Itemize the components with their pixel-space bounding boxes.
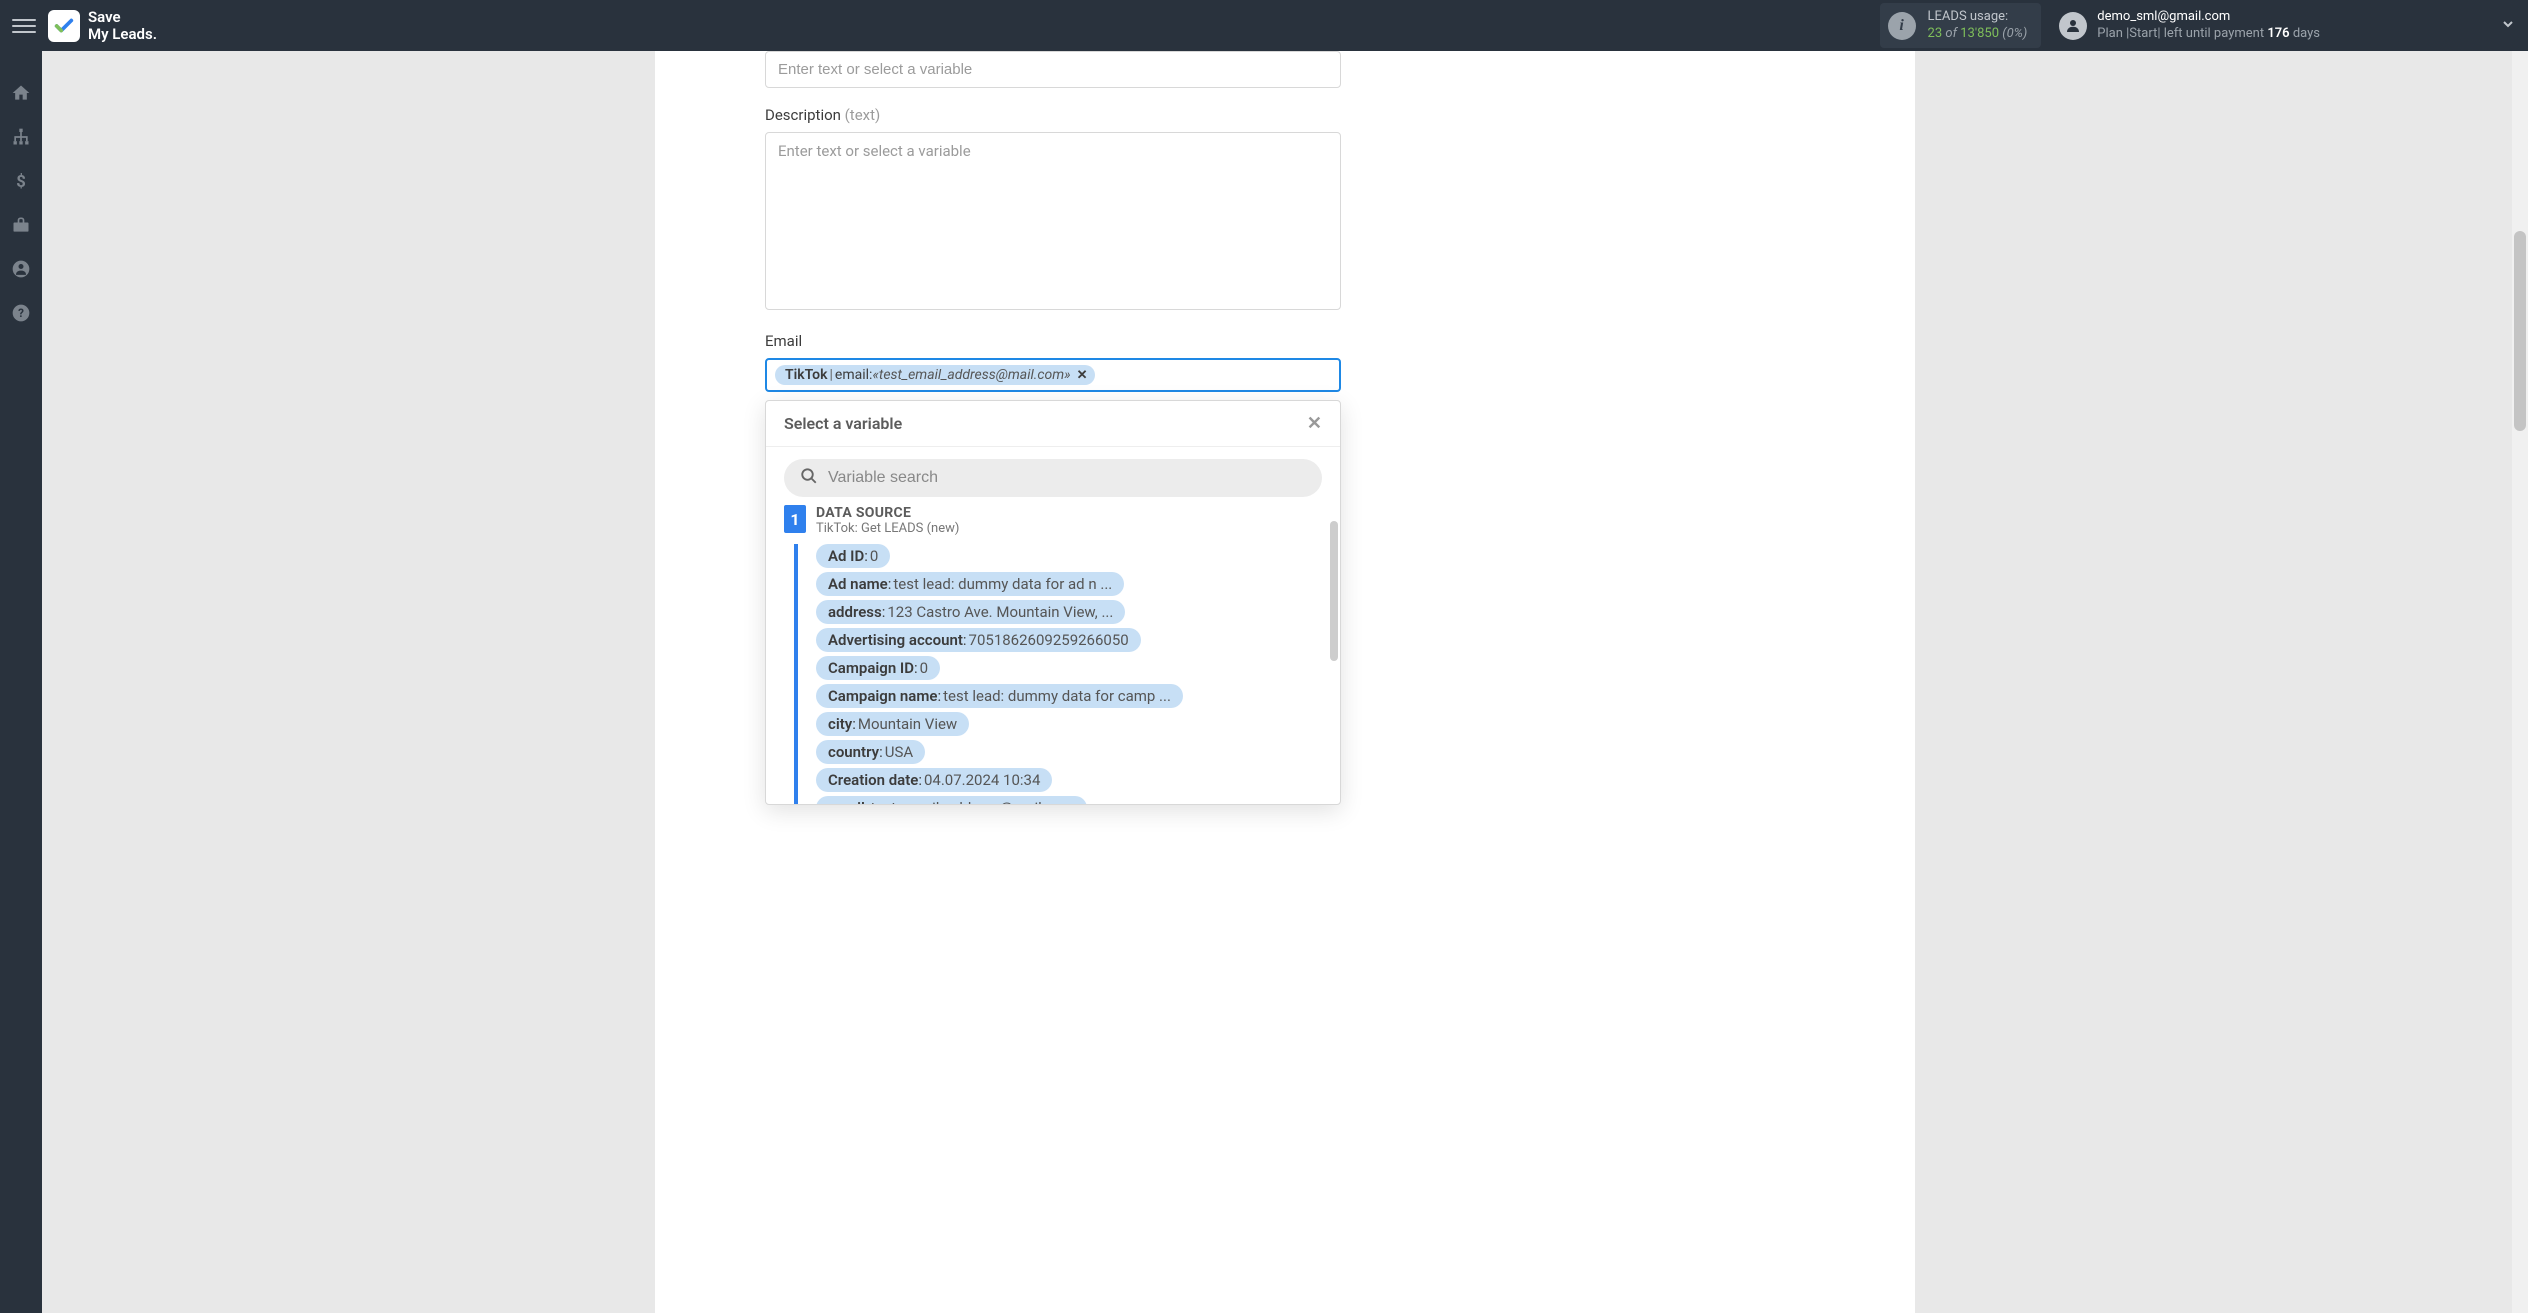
app-header: Save My Leads. i LEADS usage: 23 of 13'8… bbox=[0, 0, 2528, 51]
variable-chip[interactable]: city:Mountain View bbox=[816, 712, 969, 736]
form-card: Description (text) Email TikTok | email:… bbox=[655, 51, 1915, 1313]
token-remove-icon[interactable]: ✕ bbox=[1077, 368, 1088, 383]
sidebar-item-account[interactable] bbox=[9, 257, 33, 281]
email-label: Email bbox=[765, 332, 1805, 350]
source-title: DATA SOURCE bbox=[816, 505, 959, 521]
sidebar-item-billing[interactable]: $ bbox=[9, 169, 33, 193]
page-scrollbar[interactable] bbox=[2512, 51, 2528, 1313]
source-subtitle: TikTok: Get LEADS (new) bbox=[816, 521, 959, 536]
app-logo[interactable]: Save My Leads. bbox=[48, 9, 157, 42]
variable-chip[interactable]: Campaign ID:0 bbox=[816, 656, 940, 680]
description-label: Description (text) bbox=[765, 106, 1805, 124]
email-token-input[interactable]: TikTok | email: «test_email_address@mail… bbox=[765, 358, 1341, 392]
variable-chip[interactable]: country:USA bbox=[816, 740, 925, 764]
variable-search-input[interactable] bbox=[828, 469, 1306, 487]
dropdown-search-wrap bbox=[766, 447, 1340, 505]
sidebar-item-home[interactable] bbox=[9, 81, 33, 105]
user-menu[interactable]: demo_sml@gmail.com Plan |Start| left unt… bbox=[2059, 9, 2320, 43]
logo-icon bbox=[48, 10, 80, 42]
description-textarea[interactable] bbox=[765, 132, 1341, 310]
variable-chip[interactable]: email:test_email_address@mail.com bbox=[816, 796, 1087, 804]
dropdown-header: Select a variable ✕ bbox=[766, 401, 1340, 447]
variable-chip[interactable]: Creation date:04.07.2024 10:34 bbox=[816, 768, 1052, 792]
data-source-block: 1 DATA SOURCE TikTok: Get LEADS (new) Ad… bbox=[766, 505, 1340, 804]
search-icon bbox=[800, 467, 818, 489]
chevron-down-icon[interactable] bbox=[2500, 16, 2516, 36]
svg-text:$: $ bbox=[16, 173, 26, 191]
usage-widget[interactable]: i LEADS usage: 23 of 13'850 (0%) bbox=[1880, 3, 2042, 49]
sidebar-item-help[interactable]: ? bbox=[9, 301, 33, 325]
field-group-description: Description (text) bbox=[765, 106, 1805, 314]
dropdown-scrollbar[interactable] bbox=[1330, 511, 1338, 794]
sidebar-nav: $ ? bbox=[0, 51, 42, 1313]
sidebar-item-connections[interactable] bbox=[9, 125, 33, 149]
dropdown-title: Select a variable bbox=[784, 414, 902, 433]
variable-dropdown: Select a variable ✕ 1 bbox=[765, 400, 1341, 805]
variable-chip[interactable]: Ad name:test lead: dummy data for ad n .… bbox=[816, 572, 1124, 596]
dropdown-close-icon[interactable]: ✕ bbox=[1307, 413, 1322, 434]
menu-toggle-button[interactable] bbox=[12, 14, 36, 38]
variable-chip[interactable]: Ad ID:0 bbox=[816, 544, 890, 568]
svg-text:?: ? bbox=[18, 306, 24, 320]
search-field[interactable] bbox=[784, 459, 1322, 497]
variable-chip[interactable]: Advertising account:7051862609259266050 bbox=[816, 628, 1141, 652]
logo-text: Save My Leads. bbox=[88, 9, 157, 42]
email-variable-token[interactable]: TikTok | email: «test_email_address@mail… bbox=[775, 365, 1095, 385]
user-text: demo_sml@gmail.com Plan |Start| left unt… bbox=[2097, 9, 2320, 43]
data-source-header: 1 DATA SOURCE TikTok: Get LEADS (new) bbox=[784, 505, 1322, 536]
sidebar-item-toolbox[interactable] bbox=[9, 213, 33, 237]
field-group-top bbox=[765, 51, 1805, 88]
top-text-input[interactable] bbox=[765, 51, 1341, 88]
variable-list[interactable]: Ad ID:0 Ad name:test lead: dummy data fo… bbox=[794, 544, 1322, 804]
avatar-icon bbox=[2059, 12, 2087, 40]
info-icon: i bbox=[1888, 12, 1916, 40]
usage-text: LEADS usage: 23 of 13'850 (0%) bbox=[1928, 9, 2028, 43]
field-group-email: Email TikTok | email: «test_email_addres… bbox=[765, 332, 1805, 805]
main-content: Description (text) Email TikTok | email:… bbox=[42, 51, 2528, 1313]
source-number-badge: 1 bbox=[784, 505, 806, 533]
variable-chip[interactable]: address:123 Castro Ave. Mountain View, .… bbox=[816, 600, 1125, 624]
variable-chip[interactable]: Campaign name:test lead: dummy data for … bbox=[816, 684, 1183, 708]
